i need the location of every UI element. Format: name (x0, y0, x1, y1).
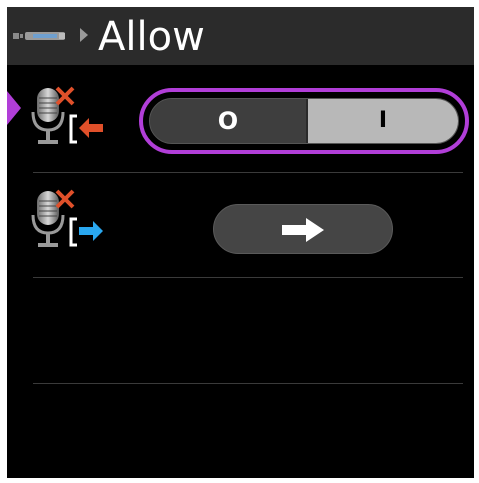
arrow-right-icon (282, 218, 324, 242)
row-divider (33, 172, 463, 173)
toggle-on-label: I (378, 108, 388, 133)
toggle-off-label: O (217, 107, 239, 135)
selection-marker-icon (7, 91, 21, 125)
toggle-track: O I (149, 98, 459, 144)
allow-toggle[interactable]: O I (139, 88, 469, 154)
row-divider (33, 277, 463, 278)
screen: Allow O I (7, 7, 474, 478)
microphone-muted-export-icon (31, 189, 103, 247)
microphone-muted-import-icon (31, 86, 103, 144)
setting-row-empty (7, 279, 474, 385)
export-button[interactable] (213, 204, 393, 254)
setting-row-export[interactable] (7, 175, 474, 279)
device-remote-icon (13, 32, 65, 40)
header-bar: Allow (7, 7, 474, 65)
row-divider (33, 383, 463, 384)
page-title: Allow (98, 14, 205, 60)
triangle-right-icon (80, 28, 88, 42)
setting-row-import[interactable]: O I (7, 71, 474, 175)
